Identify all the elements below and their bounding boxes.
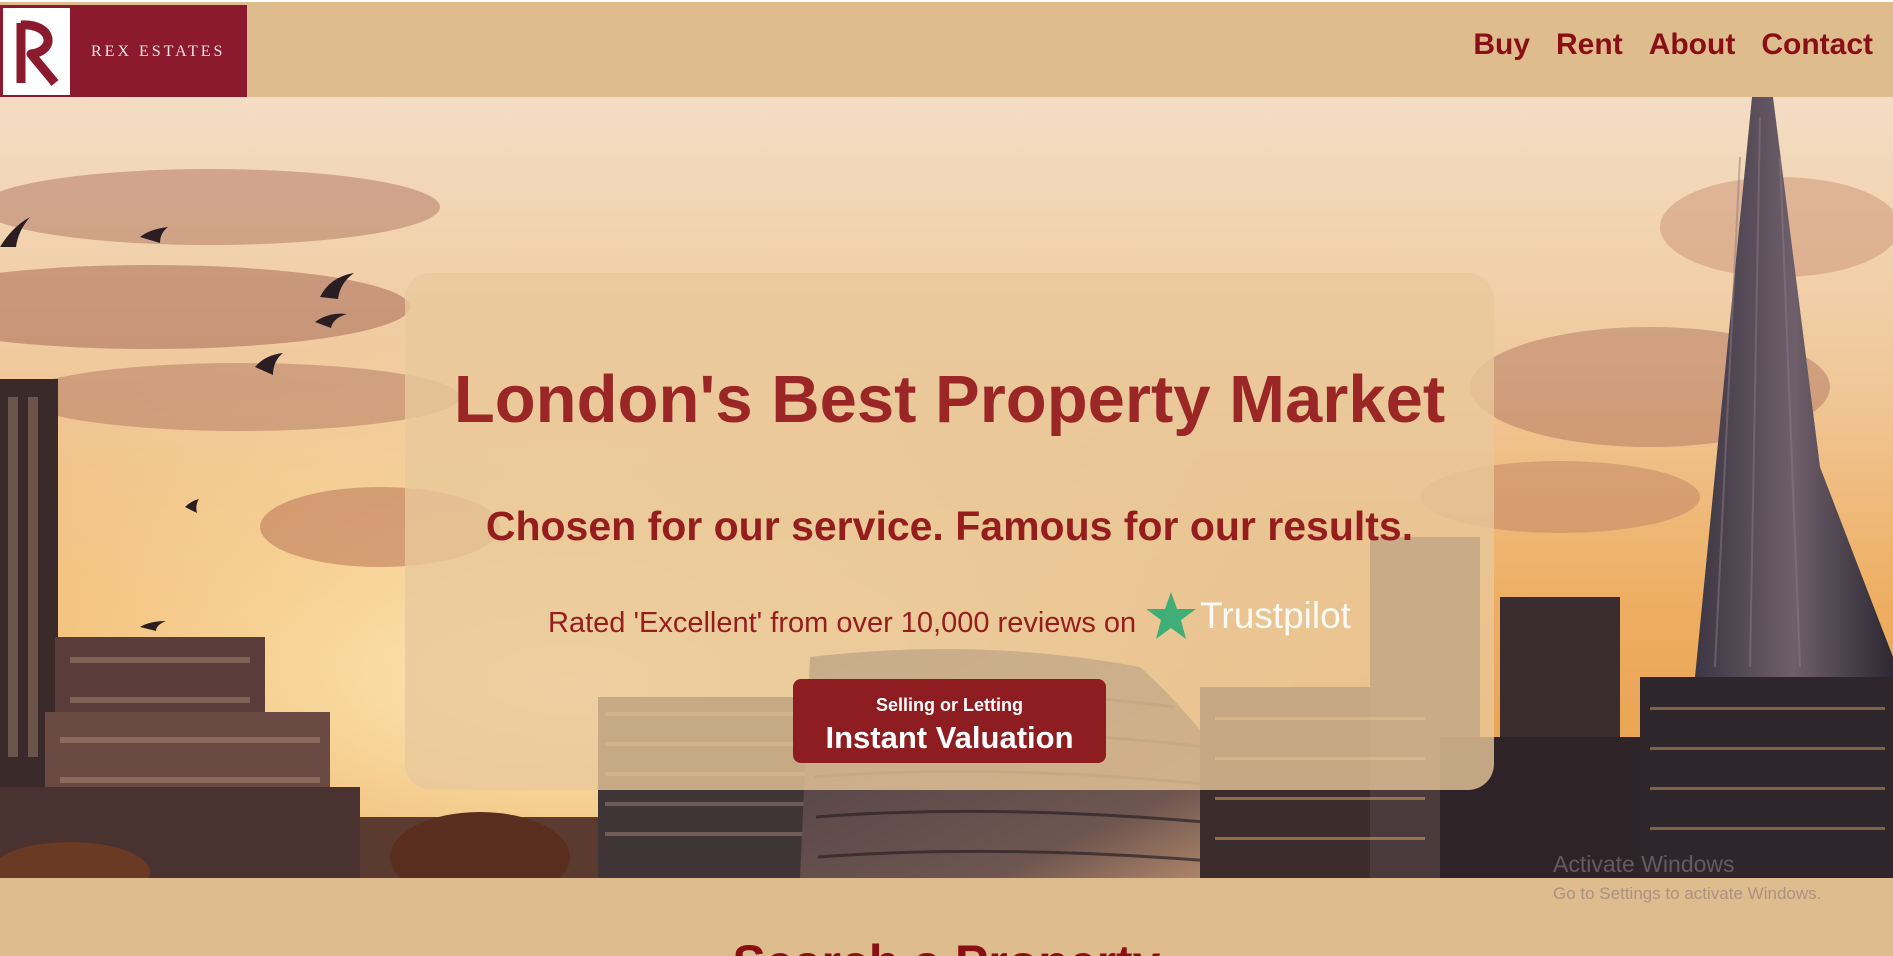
hero-title: London's Best Property Market: [453, 362, 1446, 437]
main-nav: Buy Rent About Contact: [1473, 28, 1873, 62]
r-monogram-icon: [3, 8, 70, 95]
cta-small-label: Selling or Letting: [876, 695, 1023, 715]
logo[interactable]: REX ESTATES: [0, 5, 247, 98]
hero-card: London's Best Property Market Chosen for…: [405, 273, 1494, 790]
site-header: REX ESTATES Buy Rent About Contact: [0, 0, 1893, 98]
cta-big-label: Instant Valuation: [825, 720, 1074, 755]
nav-buy[interactable]: Buy: [1473, 28, 1530, 62]
page: REX ESTATES Buy Rent About Contact Londo…: [0, 0, 1893, 956]
trustpilot-logo[interactable]: Trustpilot: [1146, 591, 1351, 640]
hero-section: London's Best Property Market Chosen for…: [0, 97, 1893, 878]
instant-valuation-button[interactable]: Selling or Letting Instant Valuation: [793, 679, 1106, 763]
next-section-heading: Search a Property: [0, 938, 1893, 956]
rating-row: Rated 'Excellent' from over 10,000 revie…: [405, 591, 1494, 640]
nav-about[interactable]: About: [1649, 28, 1736, 62]
nav-rent[interactable]: Rent: [1556, 28, 1623, 62]
trustpilot-text: Trustpilot: [1200, 594, 1351, 636]
watermark-title: Activate Windows: [1553, 851, 1735, 877]
logo-text: REX ESTATES: [91, 42, 226, 60]
windows-watermark: Activate Windows Go to Settings to activ…: [1553, 851, 1821, 904]
nav-contact[interactable]: Contact: [1761, 28, 1873, 62]
hero-subtitle: Chosen for our service. Famous for our r…: [485, 503, 1414, 549]
star-icon: [1146, 591, 1197, 639]
rating-text: Rated 'Excellent' from over 10,000 revie…: [548, 607, 1137, 639]
watermark-subtitle: Go to Settings to activate Windows.: [1553, 884, 1822, 903]
